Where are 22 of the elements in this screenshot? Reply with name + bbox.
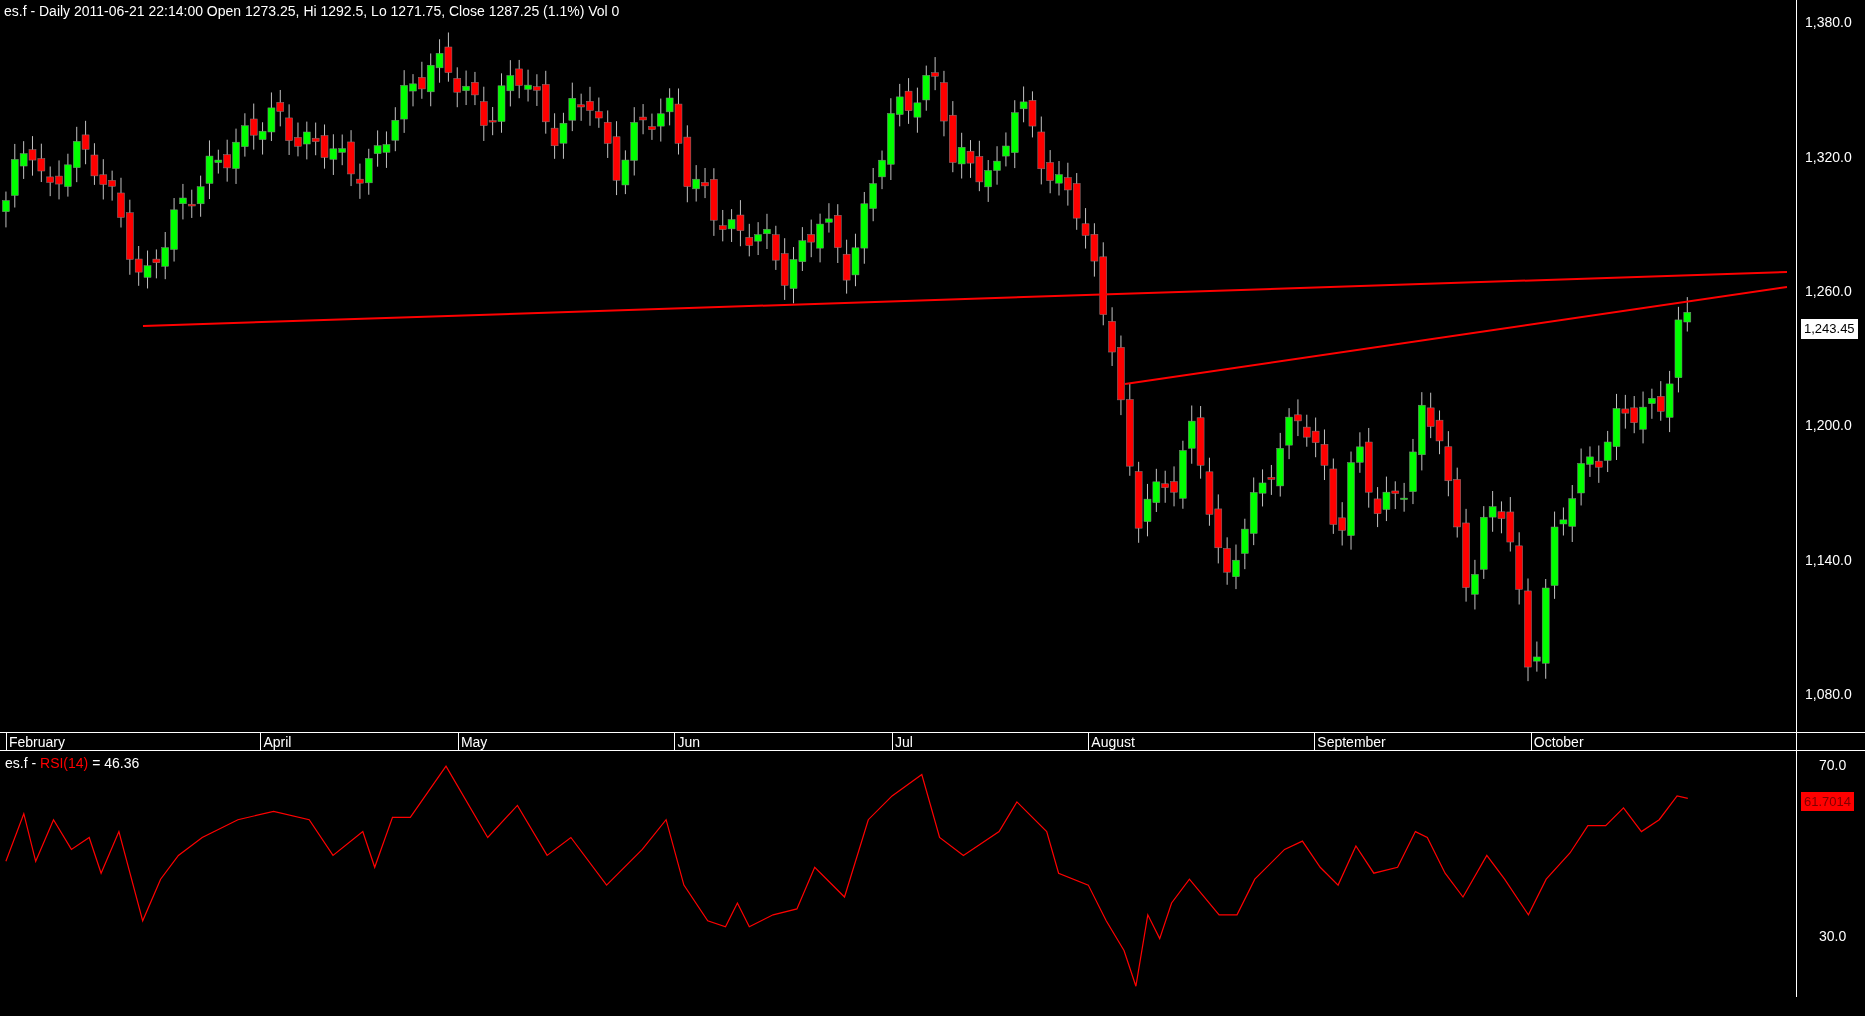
date-axis-label: Jun xyxy=(674,733,700,751)
rsi-axis-label: 30.0 xyxy=(1819,927,1847,947)
price-axis-label: 1,320.0 xyxy=(1805,147,1852,167)
date-axis-label: October xyxy=(1530,733,1584,751)
chart-title: es.f - Daily 2011-06-21 22:14:00 Open 1273.25, Hi 1292.5, Lo 1271.75, Close 1287.25 (1.1%) Vol 0 xyxy=(4,2,620,21)
indicator-name: RSI(14) xyxy=(40,754,89,773)
date-axis-label: September xyxy=(1314,733,1386,751)
price-axis-label: 1,380.0 xyxy=(1805,13,1852,33)
last-rsi-label: 61.7014 xyxy=(1801,791,1854,812)
price-axis-label: 1,080.0 xyxy=(1805,685,1852,705)
date-axis-label: April xyxy=(260,733,292,751)
indicator-symbol: es.f - xyxy=(5,754,38,773)
last-price-label: 1,243.45 xyxy=(1801,319,1858,339)
price-axis-label: 1,200.0 xyxy=(1805,416,1852,436)
price-axis-label: 1,140.0 xyxy=(1805,550,1852,570)
date-axis-label: August xyxy=(1088,733,1135,751)
date-axis-label: February xyxy=(5,733,65,751)
date-axis-label: Jul xyxy=(892,733,913,751)
price-axis-label: 1,260.0 xyxy=(1805,282,1852,302)
indicator-value: = 46.36 xyxy=(91,754,140,773)
date-axis-label: May xyxy=(457,733,488,751)
rsi-axis-label: 70.0 xyxy=(1819,755,1847,775)
